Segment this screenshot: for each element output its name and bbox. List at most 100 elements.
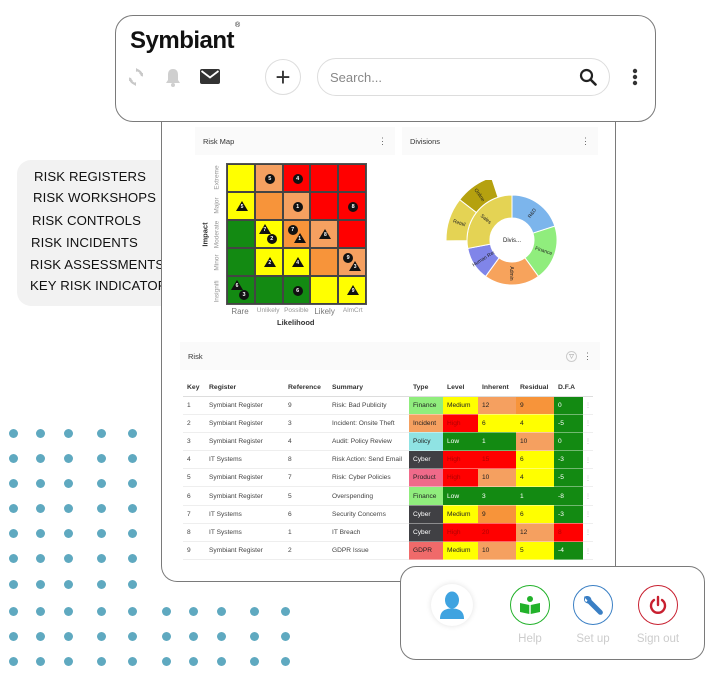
sidebar-item-risk-registers[interactable]: RISK REGISTERS [34,169,146,184]
decorative-dot [36,504,45,513]
risk-marker-triangle[interactable]: 8 [319,229,332,239]
bell-icon[interactable] [164,67,182,87]
avatar[interactable] [431,584,473,626]
col-type[interactable]: Type [409,380,443,397]
table-row[interactable]: 8 IT Systems 1 IT Breach Cyber High 20 12 8 ⋮ [183,523,593,543]
col-residual[interactable]: Residual [516,380,554,397]
risk-marker-triangle[interactable]: 6 [231,280,243,290]
risk-map-cell[interactable] [310,164,339,192]
risk-map-cell[interactable]: 6 [282,276,311,304]
add-button[interactable]: + [265,59,301,95]
risk-map-cell[interactable] [310,248,339,276]
table-row[interactable]: 6 Symbiant Register 5 Overspending Finance Lo… [183,486,593,506]
row-menu-icon[interactable]: ⋮ [583,396,593,415]
table-row[interactable]: 1 Symbiant Register 9 Risk: Bad Publicity Fi… [183,396,593,415]
search-icon[interactable] [579,68,597,86]
sidebar-item-risk-incidents[interactable]: RISK INCIDENTS [31,235,138,250]
col-summary[interactable]: Summary [328,380,409,397]
sidebar-item-key-risk-indicators[interactable]: KEY RISK INDICATORS [30,278,176,293]
risk-map-cell[interactable] [338,220,366,248]
risk-map-cell[interactable] [338,164,366,192]
risk-map-cell[interactable]: 72 [254,220,283,248]
row-menu-icon[interactable]: ⋮ [583,541,593,561]
filter-icon[interactable]: ▽ [566,350,577,362]
risk-marker-triangle[interactable]: 5 [236,201,248,211]
sidebar-item-risk-assessments[interactable]: RISK ASSESSMENTS [30,257,164,272]
risk-marker-circle[interactable]: 3 [239,290,249,300]
cell-type: GDPR [409,541,443,561]
cell-dfa: -8 [554,486,583,506]
risk-table-menu-icon[interactable]: ⋮ [583,351,592,362]
risk-map-cell[interactable]: 9 [338,276,366,304]
table-row[interactable]: 4 IT Systems 8 Risk Action: Send Email Cyber… [183,450,593,470]
table-row[interactable]: 7 IT Systems 6 Security Concerns Cyber Medium… [183,505,593,524]
symbiant-logo[interactable]: Symbiant® [130,22,240,55]
risk-map-cell[interactable]: 4 [282,248,311,276]
sidebar-item-risk-workshops[interactable]: RISK WORKSHOPS [33,190,156,205]
risk-marker-triangle[interactable]: 4 [291,257,304,267]
risk-marker-circle[interactable]: 4 [292,174,303,184]
cell-dfa: -5 [554,414,583,433]
risk-map-cell[interactable] [227,248,255,276]
risk-map-cell[interactable]: 5 [227,192,255,220]
row-menu-icon[interactable]: ⋮ [583,505,593,524]
risk-map-x-tick: Rare [231,307,249,316]
risk-map-cell[interactable] [310,192,339,220]
risk-marker-triangle[interactable]: 2 [263,257,276,267]
risk-marker-triangle[interactable]: 1 [293,233,306,243]
row-menu-icon[interactable]: ⋮ [583,414,593,433]
col-register[interactable]: Register [205,380,284,397]
divisions-menu-icon[interactable]: ⋮ [581,136,590,147]
cell-reference: 2 [284,541,328,561]
table-row[interactable]: 5 Symbiant Register 7 Risk: Cyber Policies P… [183,468,593,488]
risk-marker-circle[interactable]: 5 [264,174,275,184]
row-menu-icon[interactable]: ⋮ [583,486,593,506]
risk-marker-circle[interactable]: 6 [292,286,303,296]
risk-map-cell[interactable] [254,192,283,220]
risk-map-cell[interactable]: 71 [282,220,311,248]
cell-register: Symbiant Register [205,468,284,488]
cell-type: Cyber [409,505,443,524]
col-level[interactable]: Level [443,380,478,397]
risk-marker-circle[interactable]: 8 [348,202,359,212]
row-menu-icon[interactable]: ⋮ [583,432,593,452]
risk-map-cell[interactable]: 4 [282,164,311,192]
risk-map-cell[interactable] [227,220,255,248]
help-button[interactable] [510,585,550,625]
search-input[interactable] [330,69,579,85]
col-inherent[interactable]: Inherent [478,380,516,397]
row-menu-icon[interactable]: ⋮ [583,468,593,488]
kebab-menu-icon[interactable] [628,66,642,88]
decorative-dot [64,454,73,463]
risk-map-cell[interactable]: 2 [254,248,283,276]
row-menu-icon[interactable]: ⋮ [583,523,593,543]
risk-map-cell[interactable] [310,276,339,304]
table-row[interactable]: 2 Symbiant Register 3 Incident: Onsite Thef… [183,414,593,433]
row-menu-icon[interactable]: ⋮ [583,450,593,470]
col-key[interactable]: Key [183,380,205,397]
mail-icon[interactable] [200,69,220,84]
risk-map-cell[interactable]: 63 [227,276,255,304]
risk-marker-circle[interactable]: 1 [292,202,303,212]
risk-marker-circle[interactable]: 2 [266,234,277,244]
risk-map-cell[interactable]: 1 [282,192,311,220]
risk-marker-triangle[interactable]: 9 [347,285,360,295]
col-dfa[interactable]: D.F.A [554,380,583,397]
risk-map-cell[interactable]: 8 [338,192,366,220]
setup-button[interactable] [573,585,613,625]
table-row[interactable]: 3 Symbiant Register 4 Audit: Policy Review P… [183,432,593,452]
risk-marker-triangle[interactable]: 7 [258,224,271,234]
risk-map-cell[interactable]: 5 [254,164,283,192]
sign-out-button[interactable] [638,585,678,625]
table-row[interactable]: 9 Symbiant Register 2 GDPR Issue GDPR Medium 1… [183,541,593,561]
risk-map-menu-icon[interactable]: ⋮ [378,136,387,147]
col-reference[interactable]: Reference [284,380,328,397]
risk-map-cell[interactable]: 93 [338,248,366,276]
sidebar-item-risk-controls[interactable]: RISK CONTROLS [32,213,141,228]
risk-map-cell[interactable]: 8 [310,220,339,248]
risk-map-cell[interactable] [227,164,255,192]
refresh-icon[interactable] [127,68,145,86]
risk-marker-triangle[interactable]: 3 [349,261,362,271]
decorative-dot [64,632,73,641]
risk-map-cell[interactable] [254,276,283,304]
